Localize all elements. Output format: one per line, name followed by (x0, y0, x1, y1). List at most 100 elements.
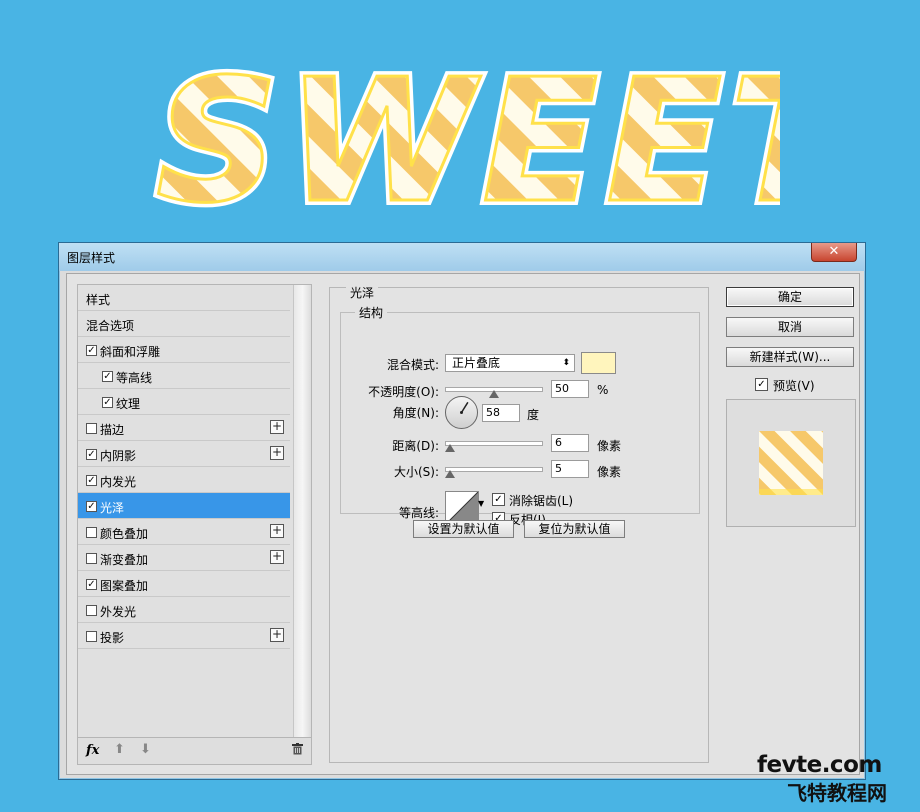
new-style-button[interactable]: 新建样式(W)... (726, 347, 854, 367)
sweet-artwork-text-outline: SWEET (156, 43, 780, 230)
antialias-checkbox[interactable]: ✓ (492, 493, 505, 506)
style-item[interactable]: ✓ 纹理 (78, 389, 290, 415)
blend-mode-select[interactable]: 正片叠底 ⬍ (445, 354, 575, 372)
styles-list-footer: fx ⬆ ⬇ (78, 737, 311, 764)
move-up-icon[interactable]: ⬆ (114, 742, 125, 757)
move-down-icon[interactable]: ⬇ (140, 742, 151, 757)
style-item[interactable]: ✓ 光泽 (78, 493, 290, 519)
distance-input[interactable]: 6 (551, 434, 589, 452)
style-item-checkbox[interactable]: ✓ (86, 449, 97, 460)
style-item-label: 渐变叠加 (100, 553, 149, 567)
antialias-label: 消除锯齿(L) (509, 494, 574, 508)
structure-group: 结构 混合模式: 正片叠底 ⬍ 不透明度(O): 50 % 角度(N): 58 (340, 304, 700, 527)
style-item[interactable]: ✓ 内阴影 + (78, 441, 290, 467)
preview-label: 预览(V) (773, 379, 815, 393)
satin-section-title: 光泽 (346, 284, 379, 301)
style-item-label: 等高线 (116, 371, 153, 385)
add-effect-plus-icon[interactable]: + (270, 550, 284, 564)
style-item-label: 光泽 (100, 501, 125, 515)
styles-header-label: 样式 (86, 293, 111, 307)
styles-rows: 样式 混合选项 ✓ 斜面和浮雕 ✓ 等高线 ✓ 纹理 描边 + ✓ 内阴影 + ✓ 内发光 ✓ 光泽 颜色叠加… (78, 285, 290, 649)
style-item-label: 纹理 (116, 397, 141, 411)
opacity-slider-thumb[interactable] (489, 390, 499, 398)
style-item-label: 内阴影 (100, 449, 137, 463)
style-item[interactable]: 描边 + (78, 415, 290, 441)
blend-mode-value: 正片叠底 (452, 356, 501, 370)
style-item-label: 投影 (100, 631, 125, 645)
style-item-checkbox[interactable]: ✓ (86, 475, 97, 486)
style-item-checkbox[interactable] (86, 423, 97, 434)
dialog-title: 图层样式 (67, 251, 116, 265)
size-input[interactable]: 5 (551, 460, 589, 478)
title-bar[interactable]: 图层样式 ✕ (59, 243, 865, 271)
style-item-checkbox[interactable] (86, 631, 97, 642)
size-unit: 像素 (597, 465, 622, 479)
reset-default-button[interactable]: 复位为默认值 (524, 520, 625, 538)
style-preview-thumbnail (759, 431, 823, 495)
style-item-checkbox[interactable]: ✓ (86, 501, 97, 512)
close-button[interactable]: ✕ (811, 243, 857, 262)
style-item-label: 颜色叠加 (100, 527, 149, 541)
add-effect-plus-icon[interactable]: + (270, 524, 284, 538)
style-item-label: 斜面和浮雕 (100, 345, 161, 359)
sweet-artwork-graphic: SWEET SWEET (151, 40, 780, 230)
select-caret-icon: ⬍ (562, 358, 570, 368)
style-item[interactable]: ✓ 图案叠加 (78, 571, 290, 597)
style-item[interactable]: 渐变叠加 + (78, 545, 290, 571)
angle-dial-needle (460, 401, 469, 414)
style-item-checkbox[interactable] (86, 605, 97, 616)
styles-list: 样式 混合选项 ✓ 斜面和浮雕 ✓ 等高线 ✓ 纹理 描边 + ✓ 内阴影 + ✓ 内发光 ✓ 光泽 颜色叠加… (77, 284, 312, 765)
contour-dropdown-icon[interactable]: ▼ (478, 499, 484, 508)
style-item[interactable]: 投影 + (78, 623, 290, 649)
add-effect-plus-icon[interactable]: + (270, 446, 284, 460)
add-effect-plus-icon[interactable]: + (270, 420, 284, 434)
sweet-artwork: SWEET SWEET (150, 40, 780, 230)
style-item[interactable]: 颜色叠加 + (78, 519, 290, 545)
styles-header[interactable]: 样式 (78, 285, 290, 311)
contour-label: 等高线: (398, 506, 439, 520)
style-item-label: 外发光 (100, 605, 137, 619)
opacity-input[interactable]: 50 (551, 380, 589, 398)
style-item[interactable]: ✓ 内发光 (78, 467, 290, 493)
trash-icon[interactable] (292, 743, 303, 755)
style-item-checkbox[interactable]: ✓ (102, 397, 113, 408)
fx-button[interactable]: fx (86, 743, 99, 758)
distance-slider[interactable] (445, 441, 543, 452)
style-item-checkbox[interactable] (86, 527, 97, 538)
style-item-label: 内发光 (100, 475, 137, 489)
watermark-domain: fevte.com (757, 752, 882, 778)
style-item[interactable]: ✓ 等高线 (78, 363, 290, 389)
satin-color-swatch[interactable] (581, 352, 616, 374)
style-item-label: 图案叠加 (100, 579, 149, 593)
style-item[interactable]: ✓ 斜面和浮雕 (78, 337, 290, 363)
blend-mode-label: 混合模式: (386, 358, 439, 372)
structure-group-title: 结构 (355, 304, 388, 321)
angle-unit: 度 (527, 408, 540, 422)
cancel-button[interactable]: 取消 (726, 317, 854, 337)
style-item-checkbox[interactable] (86, 553, 97, 564)
blend-options-label: 混合选项 (86, 319, 135, 333)
size-slider[interactable] (445, 467, 543, 478)
style-preview (726, 399, 856, 527)
make-default-button[interactable]: 设置为默认值 (413, 520, 514, 538)
angle-input[interactable]: 58 (482, 404, 520, 422)
style-item-checkbox[interactable]: ✓ (102, 371, 113, 382)
blend-options-item[interactable]: 混合选项 (78, 311, 290, 337)
style-item-checkbox[interactable]: ✓ (86, 579, 97, 590)
style-item-label: 描边 (100, 423, 125, 437)
dialog-client: 样式 混合选项 ✓ 斜面和浮雕 ✓ 等高线 ✓ 纹理 描边 + ✓ 内阴影 + ✓ 内发光 ✓ 光泽 颜色叠加… (66, 273, 860, 775)
angle-label: 角度(N): (392, 406, 439, 420)
distance-unit: 像素 (597, 439, 622, 453)
preview-checkbox[interactable]: ✓ (755, 378, 768, 391)
style-item[interactable]: 外发光 (78, 597, 290, 623)
opacity-slider[interactable] (445, 387, 543, 398)
styles-list-scrollbar[interactable] (293, 285, 311, 737)
distance-slider-thumb[interactable] (445, 444, 455, 452)
ok-button[interactable]: 确定 (726, 287, 854, 307)
watermark-site-name: 飞特教程网 (787, 781, 887, 805)
size-slider-thumb[interactable] (445, 470, 455, 478)
size-label: 大小(S): (393, 465, 439, 479)
add-effect-plus-icon[interactable]: + (270, 628, 284, 642)
angle-dial[interactable] (445, 396, 478, 429)
style-item-checkbox[interactable]: ✓ (86, 345, 97, 356)
